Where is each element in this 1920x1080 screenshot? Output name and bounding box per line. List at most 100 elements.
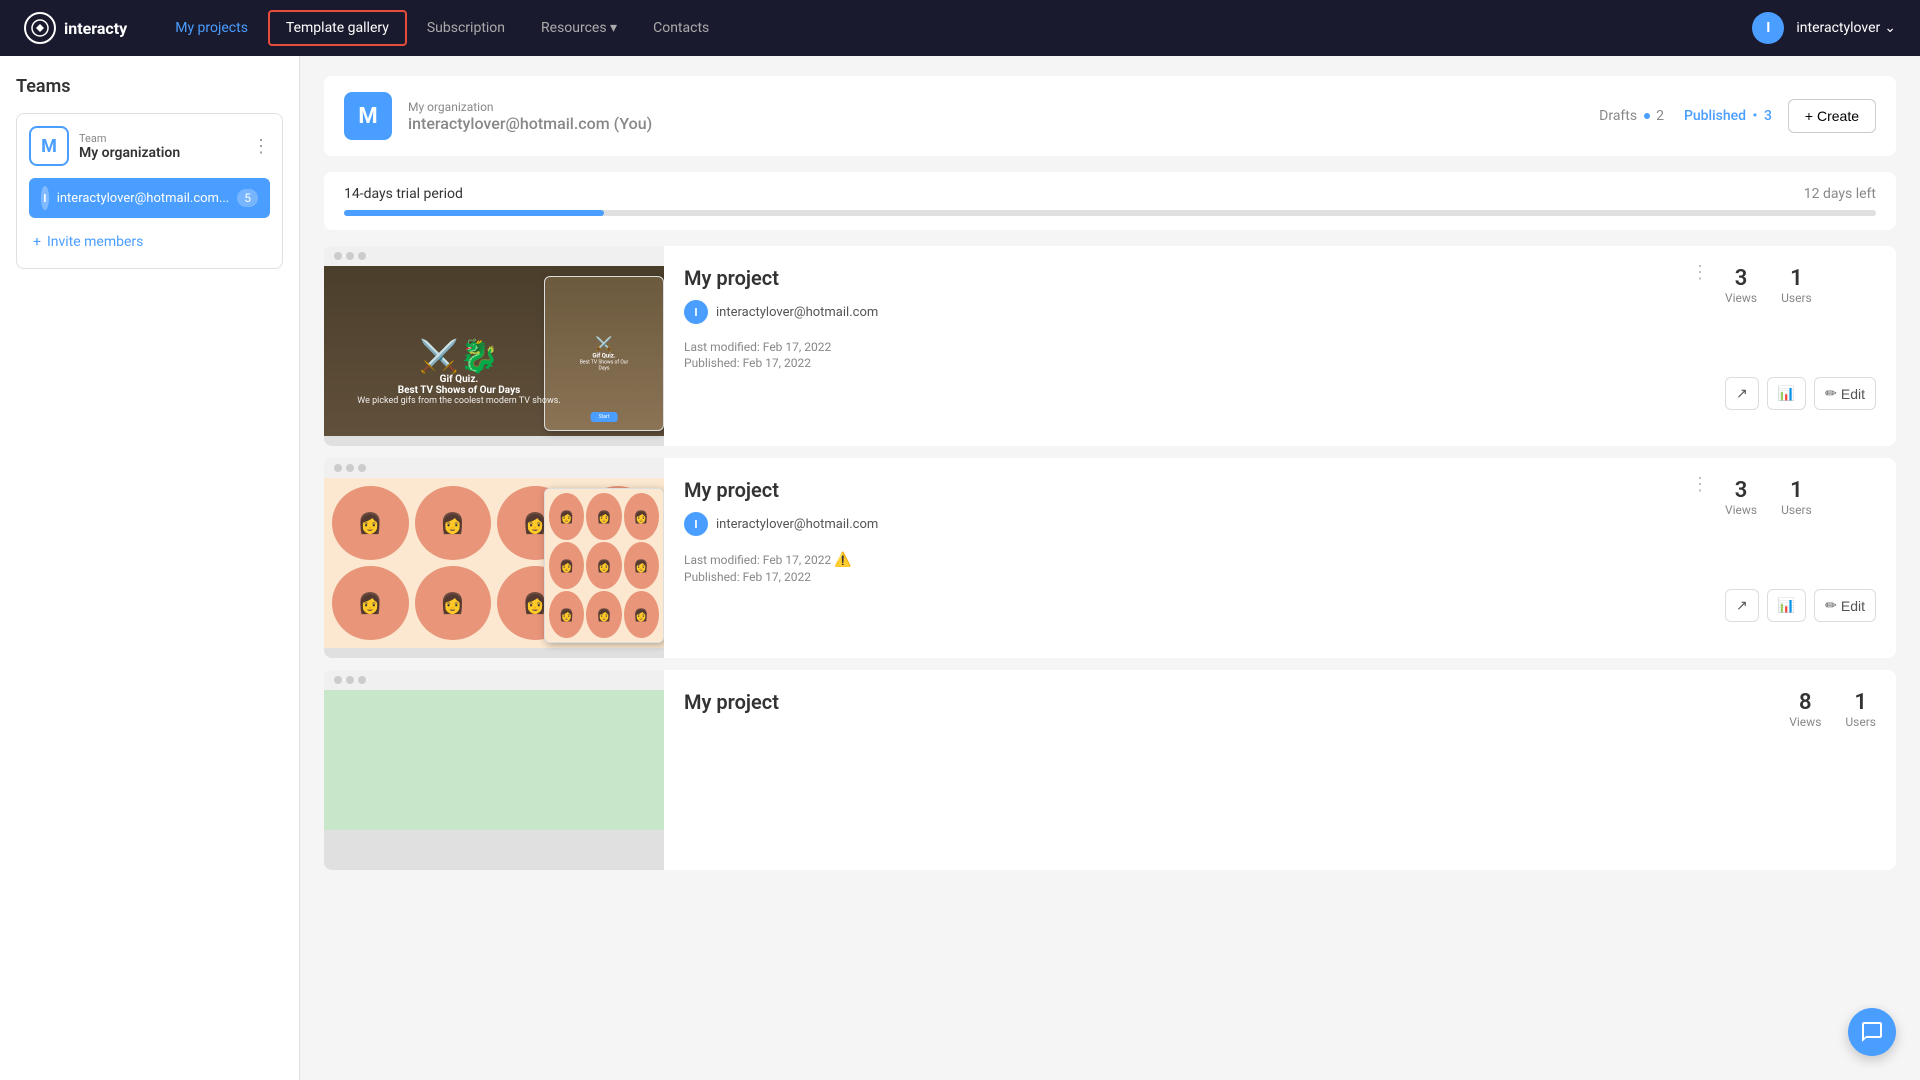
nav-right: I interactylover ⌄	[1752, 12, 1896, 44]
pencil-icon-2: ✏	[1825, 597, 1837, 614]
thumb-title-1: Gif Quiz.	[334, 374, 584, 385]
thumb-dot-3	[358, 252, 366, 260]
project-right: 3 Views 1 Users ↗ 📊 ✏	[1725, 246, 1896, 446]
user-avatar: I	[1752, 12, 1784, 44]
chevron-down-icon: ⌄	[1884, 20, 1896, 36]
edit-button[interactable]: ✏ Edit	[1814, 377, 1876, 410]
thumb-dot-4	[334, 464, 342, 472]
users-label-2: Users	[1781, 503, 1812, 517]
published-stat[interactable]: Published • 3	[1684, 108, 1772, 124]
project-title: My project	[684, 266, 1705, 290]
project-actions: ↗ 📊 ✏ Edit	[1725, 377, 1896, 430]
project-info-2: ⋮ My project I interactylover@hotmail.co…	[664, 458, 1725, 658]
published-date-2: Published: Feb 17, 2022	[684, 570, 1705, 584]
illus-5: 👩	[332, 566, 409, 640]
external-link-button-2[interactable]: ↗	[1725, 589, 1759, 622]
nav-template-gallery[interactable]: Template gallery	[268, 10, 407, 46]
plus-icon: +	[33, 234, 41, 250]
project-stats-2: 3 Views 1 Users	[1725, 458, 1896, 517]
warning-icon: ⚠️	[834, 552, 851, 568]
team-card: M Team My organization ⋮ I interactylove…	[16, 113, 283, 269]
external-link-button[interactable]: ↗	[1725, 377, 1759, 410]
users-label: Users	[1781, 291, 1812, 305]
main-content: M My organization interactylover@hotmail…	[300, 56, 1920, 1080]
project-menu-icon[interactable]: ⋮	[1691, 262, 1709, 283]
thumb-subtitle-1: Best TV Shows of Our Days	[334, 385, 584, 396]
team-menu-icon[interactable]: ⋮	[252, 136, 270, 157]
edit-button-2[interactable]: ✏ Edit	[1814, 589, 1876, 622]
drafts-count: 2	[1656, 108, 1664, 124]
org-info: My organization interactylover@hotmail.c…	[408, 100, 1583, 133]
users-stat: 1 Users	[1781, 266, 1812, 305]
team-avatar: M	[29, 126, 69, 166]
member-count: 5	[237, 189, 258, 207]
project-card: 👩 👩 👩 👩 👩 👩 👩 👩 👩 👩	[324, 458, 1896, 658]
thumb-phone-btn: Start	[591, 412, 618, 422]
org-stats: Drafts 2 Published • 3	[1599, 108, 1772, 124]
users-stat-3: 1 Users	[1845, 690, 1876, 729]
views-label: Views	[1725, 291, 1757, 305]
nav-subscription[interactable]: Subscription	[411, 12, 521, 44]
username-text: interactylover	[1796, 20, 1880, 36]
thumb-third	[324, 690, 664, 830]
project-thumbnail-2: 👩 👩 👩 👩 👩 👩 👩 👩 👩 👩	[324, 458, 664, 658]
users-count-3: 1	[1845, 690, 1876, 715]
you-label: (You)	[614, 114, 653, 133]
invite-members-button[interactable]: + Invite members	[29, 228, 270, 256]
project-right-2: 3 Views 1 Users ↗ 📊 ✏	[1725, 458, 1896, 658]
author-avatar: I	[684, 300, 708, 324]
trial-progress	[344, 210, 604, 216]
users-count: 1	[1781, 266, 1812, 291]
drafts-dot	[1644, 113, 1650, 119]
nav-my-projects[interactable]: My projects	[159, 12, 264, 44]
username-dropdown[interactable]: interactylover ⌄	[1796, 20, 1896, 36]
project-author-2: I interactylover@hotmail.com	[684, 512, 1705, 536]
org-email: interactylover@hotmail.com (You)	[408, 114, 1583, 133]
external-link-icon: ↗	[1736, 385, 1748, 402]
nav-contacts[interactable]: Contacts	[637, 12, 725, 44]
views-count-2: 3	[1725, 478, 1757, 503]
stats-button[interactable]: 📊	[1767, 377, 1806, 410]
trial-days-left: 12 days left	[1804, 186, 1876, 202]
project-dates: Last modified: Feb 17, 2022 Published: F…	[684, 340, 1705, 370]
thumb-dot-8	[346, 676, 354, 684]
project-actions-2: ↗ 📊 ✏ Edit	[1725, 589, 1896, 642]
org-avatar: M	[344, 92, 392, 140]
nav-resources[interactable]: Resources ▾	[525, 12, 633, 44]
member-avatar: I	[41, 186, 49, 210]
chat-bubble-button[interactable]	[1848, 1008, 1896, 1056]
thumb-dot-2	[346, 252, 354, 260]
trial-banner: 14-days trial period 12 days left	[324, 172, 1896, 230]
thumb-dot-5	[346, 464, 354, 472]
stats-button-2[interactable]: 📊	[1767, 589, 1806, 622]
project-title-3: My project	[684, 690, 1769, 714]
team-info: M Team My organization	[29, 126, 180, 166]
team-header: M Team My organization ⋮	[29, 126, 270, 166]
member-email: interactylover@hotmail.com...	[57, 191, 230, 206]
users-label-3: Users	[1845, 715, 1876, 729]
project-thumbnail-3	[324, 670, 664, 870]
edit-label-2: Edit	[1841, 598, 1865, 614]
team-label: Team	[79, 132, 180, 145]
member-button[interactable]: I interactylover@hotmail.com... 5	[29, 178, 270, 218]
drafts-stat: Drafts 2	[1599, 108, 1664, 124]
create-button[interactable]: + Create	[1788, 99, 1876, 133]
org-header: M My organization interactylover@hotmail…	[324, 76, 1896, 156]
author-avatar-2: I	[684, 512, 708, 536]
nav-links: My projects Template gallery Subscriptio…	[159, 10, 1752, 46]
author-email: interactylover@hotmail.com	[716, 305, 878, 320]
users-stat-2: 1 Users	[1781, 478, 1812, 517]
author-email-2: interactylover@hotmail.com	[716, 517, 878, 532]
views-count: 3	[1725, 266, 1757, 291]
project-menu-icon-2[interactable]: ⋮	[1691, 474, 1709, 495]
project-info-3: My project	[664, 670, 1789, 870]
thumb-dot-7	[334, 676, 342, 684]
thumb-dot-6	[358, 464, 366, 472]
published-link[interactable]: Published • 3	[1684, 108, 1772, 124]
chart-icon: 📊	[1778, 385, 1795, 402]
drafts-label: Drafts	[1599, 108, 1637, 124]
logo[interactable]: interacty	[24, 12, 127, 44]
project-title-2: My project	[684, 478, 1705, 502]
navbar: interacty My projects Template gallery S…	[0, 0, 1920, 56]
logo-text: interacty	[64, 19, 127, 38]
